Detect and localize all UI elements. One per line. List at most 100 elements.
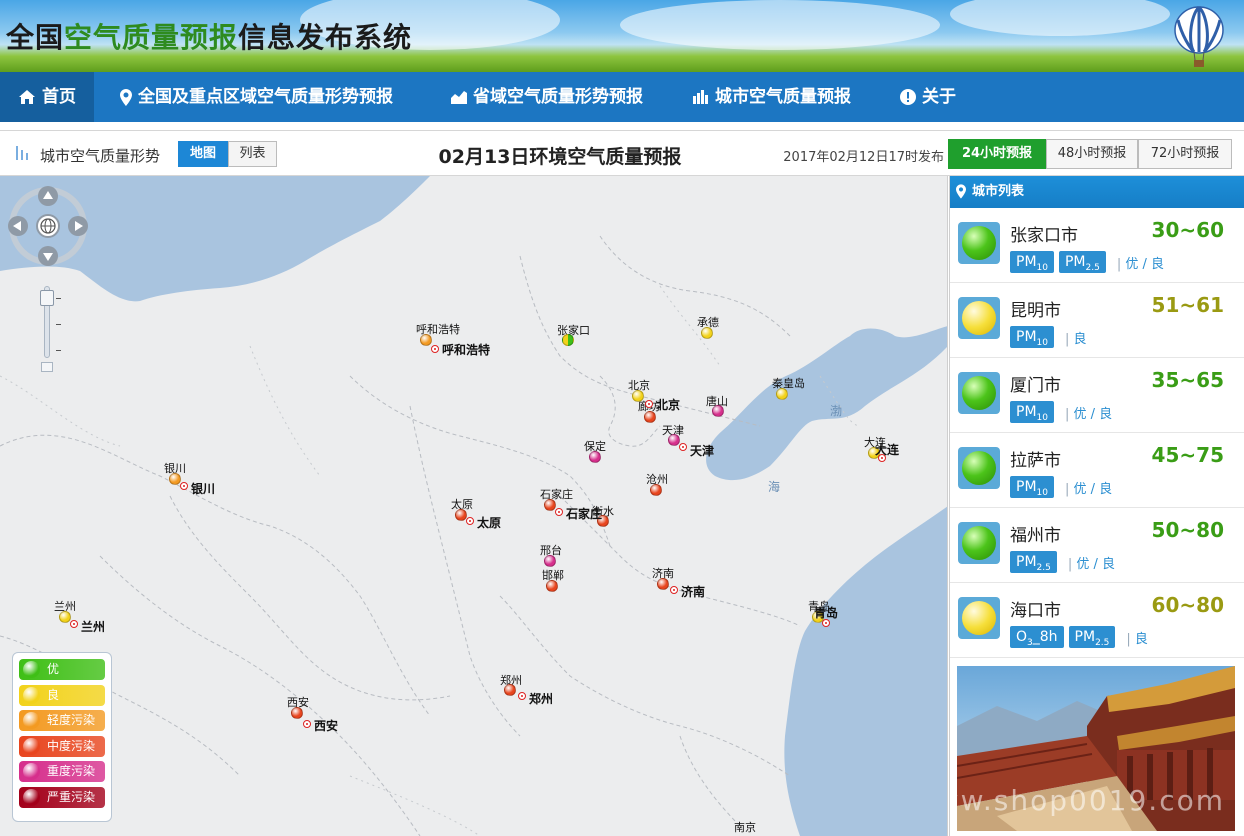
city-card[interactable]: 昆明市 51~61 PM10 良 — [950, 283, 1244, 358]
aqi-legend: 优 良 轻度污染 中度污染 重度污染 严重污染 — [12, 652, 112, 822]
capital-marker — [670, 586, 678, 594]
nav-about[interactable]: 关于 — [900, 72, 956, 122]
city-list-panel: 城市列表 张家口市30~60PM10PM2.5优 / 良昆明市51~61PM10… — [949, 176, 1244, 836]
city-list: 张家口市30~60PM10PM2.5优 / 良昆明市51~61PM10良厦门市3… — [950, 208, 1244, 658]
header-banner: 全国空气质量预报信息发布系统 — [0, 0, 1244, 72]
nav-national-forecast[interactable]: 全国及重点区域空气质量形势预报 — [120, 72, 393, 122]
capital-marker — [303, 720, 311, 728]
grade-text: 优 / 良 — [1065, 403, 1113, 422]
city-card[interactable]: 拉萨市 45~75 PM10 优 / 良 — [950, 433, 1244, 508]
city-marker[interactable] — [562, 334, 574, 346]
city-marker[interactable] — [701, 327, 713, 339]
tab-48h[interactable]: 48小时预报 — [1046, 139, 1138, 169]
capital-marker — [645, 400, 653, 408]
city-marker[interactable] — [668, 434, 680, 446]
city-marker[interactable] — [712, 405, 724, 417]
nav-home[interactable]: 首页 — [0, 72, 94, 122]
legend-ball-icon — [23, 661, 40, 678]
capital-marker — [679, 443, 687, 451]
capital-label: 西安 — [314, 719, 339, 733]
pollutant-list: O3_8hPM2.5 良 — [1010, 626, 1148, 648]
capital-label: 银川 — [191, 482, 216, 496]
home-icon — [19, 90, 35, 104]
city-card[interactable]: 福州市 50~80 PM2.5 优 / 良 — [950, 508, 1244, 583]
legend-item: 轻度污染 — [19, 710, 105, 731]
city-name: 福州市 — [1010, 526, 1061, 546]
city-marker[interactable] — [169, 473, 181, 485]
capital-label: 北京 — [656, 398, 681, 412]
capital-label: 青岛 — [814, 606, 839, 620]
zoom-out-button[interactable] — [41, 362, 53, 372]
map-base — [0, 176, 947, 836]
forecast-toolbar: 城市空气质量形势 地图 列表 02月13日环境空气质量预报 2017年02月12… — [0, 130, 1244, 176]
pollutant-badge: PM2.5 — [1010, 551, 1057, 573]
capital-label: 天津 — [690, 444, 715, 458]
pollutant-list: PM10 优 / 良 — [1010, 401, 1112, 423]
banner-cloud — [950, 0, 1170, 36]
capital-marker — [70, 620, 78, 628]
grade-text: 优 / 良 — [1068, 553, 1115, 572]
tab-24h[interactable]: 24小时预报 — [948, 139, 1046, 169]
pollutant-badge: PM10 — [1010, 251, 1054, 273]
capital-marker — [180, 482, 188, 490]
city-card[interactable]: 张家口市 30~60 PM10PM2.5 优 / 良 — [950, 208, 1244, 283]
legend-ball-icon — [23, 712, 40, 729]
legend-item: 重度污染 — [19, 761, 105, 782]
city-marker[interactable] — [546, 580, 558, 592]
city-label: 张家口 — [557, 324, 590, 337]
city-card[interactable]: 海口市 60~80 O3_8hPM2.5 良 — [950, 583, 1244, 658]
site-title: 全国空气质量预报信息发布系统 — [6, 21, 413, 54]
aqi-level-icon — [958, 447, 1000, 489]
city-marker[interactable] — [420, 334, 432, 346]
promo-image[interactable]: www.shop0019.com — [957, 666, 1235, 831]
hot-air-balloon-icon — [1174, 6, 1224, 67]
city-marker[interactable] — [776, 388, 788, 400]
aqi-level-icon — [958, 597, 1000, 639]
grade-text: 良 — [1065, 328, 1087, 347]
city-marker[interactable] — [589, 451, 601, 463]
nav-provincial-forecast[interactable]: 省域空气质量形势预报 — [451, 72, 643, 122]
city-marker[interactable] — [657, 578, 669, 590]
city-marker[interactable] — [544, 499, 556, 511]
watermark: www.shop0019.com — [957, 784, 1225, 817]
pollutant-badge: PM10 — [1010, 476, 1054, 498]
pollutant-badge: PM10 — [1010, 326, 1054, 348]
capital-label: 太原 — [477, 516, 502, 530]
banner-cloud — [620, 0, 940, 50]
aqi-range: 30~60 — [1151, 218, 1224, 242]
map-pan-control[interactable] — [8, 186, 88, 266]
forecast-map[interactable]: 渤 海 呼和浩特 张家口 承德 北京 廊坊 唐山 秦皇岛 天津 保定 沧州 银川… — [0, 176, 948, 836]
aqi-range: 45~75 — [1151, 443, 1224, 467]
city-marker[interactable] — [544, 555, 556, 567]
aqi-level-icon — [958, 297, 1000, 339]
bar-chart-icon — [693, 90, 708, 104]
sea-label: 海 — [768, 480, 781, 494]
capital-label: 兰州 — [81, 620, 106, 634]
map-pin-icon — [956, 184, 966, 199]
pollutant-badge: O3_8h — [1010, 626, 1064, 648]
city-name: 厦门市 — [1010, 376, 1061, 396]
nav-city-forecast[interactable]: 城市空气质量预报 — [693, 72, 851, 122]
tab-72h[interactable]: 72小时预报 — [1138, 139, 1232, 169]
pollutant-badge: PM2.5 — [1058, 251, 1106, 273]
city-marker[interactable] — [59, 611, 71, 623]
capital-label: 大连 — [875, 443, 900, 457]
grade-text: 优 / 良 — [1117, 253, 1164, 272]
aqi-level-icon — [958, 522, 1000, 564]
map-pin-icon — [120, 88, 132, 106]
zoom-handle[interactable] — [40, 290, 54, 306]
aqi-range: 35~65 — [1151, 368, 1224, 392]
city-marker[interactable] — [644, 411, 656, 423]
city-marker[interactable] — [650, 484, 662, 496]
city-marker[interactable] — [504, 684, 516, 696]
info-icon — [900, 89, 916, 105]
capital-marker — [431, 345, 439, 353]
capital-label: 石家庄 — [566, 507, 603, 521]
city-card[interactable]: 厦门市 35~65 PM10 优 / 良 — [950, 358, 1244, 433]
city-marker[interactable] — [291, 707, 303, 719]
zoom-tick — [56, 298, 61, 299]
capital-label: 呼和浩特 — [442, 343, 491, 357]
pollutant-badge: PM2.5 — [1068, 626, 1116, 648]
aqi-level-icon — [958, 222, 1000, 264]
legend-ball-icon — [23, 788, 40, 806]
